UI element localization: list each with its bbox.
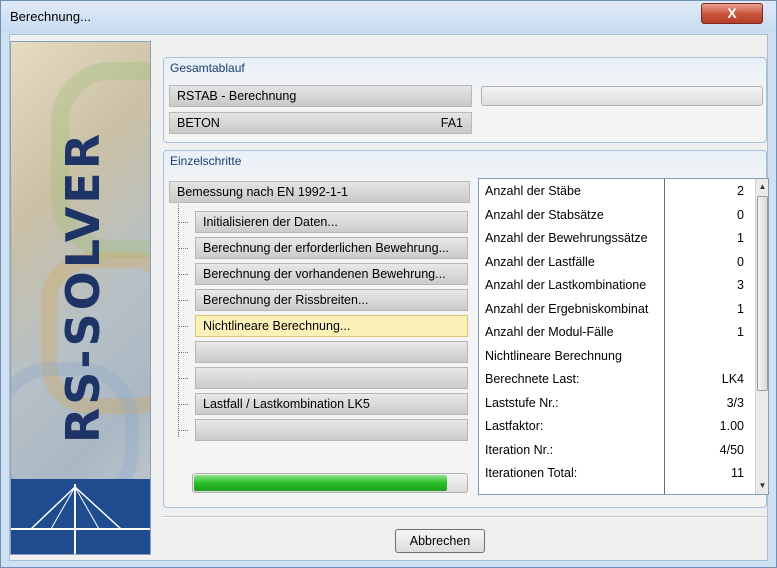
stats-row: Anzahl der Lastfälle 0 [479, 251, 754, 274]
overall-row-beton-label: BETON [177, 116, 220, 130]
stats-row-value: LK4 [721, 372, 744, 386]
stats-table[interactable]: Anzahl der Stäbe 2 Anzahl der Stabsätze 0 An… [478, 178, 769, 495]
step-item-label: Initialisieren der Daten... [203, 215, 338, 229]
steps-progress-fill [194, 475, 447, 491]
stats-row: Iterationen Total: 11 [479, 462, 754, 485]
stats-row-value: 0 [737, 207, 744, 222]
overall-progress-bar [481, 86, 763, 106]
stats-row: Anzahl der Lastkombinatione 3 [479, 274, 754, 297]
step-item-label: Lastfall / Lastkombination LK5 [203, 397, 370, 411]
step-item: Berechnung der erforderlichen Bewehrung.… [195, 237, 468, 259]
stats-row-label: Anzahl der Stabsätze [485, 207, 604, 222]
overall-row-rstab: RSTAB - Berechnung [169, 85, 472, 107]
solver-banner: RS-SOLVER [10, 41, 151, 555]
overall-row-beton: BETON FA1 [169, 112, 472, 134]
step-item: Berechnung der vorhandenen Bewehrung... [195, 263, 468, 285]
step-item [195, 419, 468, 441]
stats-row-label: Anzahl der Bewehrungssätze [485, 231, 648, 245]
step-item: Berechnung der Rissbreiten... [195, 289, 468, 311]
scroll-up-icon[interactable]: ▲ [756, 179, 768, 195]
stats-row-value: 0 [737, 254, 744, 269]
step-item [195, 341, 468, 363]
banner-brand-text: RS-SOLVER [56, 130, 110, 444]
stats-row-label: Laststufe Nr.: [485, 395, 559, 410]
tree-branch [179, 222, 188, 223]
tree-branch [179, 274, 188, 275]
steps-root-item: Bemessung nach EN 1992-1-1 [169, 181, 470, 203]
tree-branch [179, 352, 188, 353]
step-item-label: Berechnung der erforderlichen Bewehrung.… [203, 241, 449, 255]
stats-row: Anzahl der Stäbe 2 [479, 180, 754, 203]
steps-root-label: Bemessung nach EN 1992-1-1 [177, 185, 348, 199]
tree-branch [179, 430, 188, 431]
tree-branch [179, 300, 188, 301]
stats-row-label: Anzahl der Lastkombinatione [485, 278, 647, 292]
tree-branch [179, 378, 188, 379]
close-button[interactable]: X [701, 3, 763, 24]
step-item: Initialisieren der Daten... [195, 211, 468, 233]
stats-row-label: Nichtlineare Berechnung [485, 348, 622, 363]
stats-row-label: Iterationen Total: [485, 466, 578, 480]
step-item-label: Berechnung der vorhandenen Bewehrung... [203, 267, 446, 281]
steps-group-title: Einzelschritte [170, 154, 242, 168]
tree-connector [178, 204, 179, 437]
window-title: Berechnung... [10, 9, 91, 24]
overall-group-title: Gesamtablauf [170, 61, 245, 75]
scrollbar-thumb[interactable] [757, 196, 768, 391]
step-item: Lastfall / Lastkombination LK5 [195, 393, 468, 415]
stats-row-value: 3/3 [726, 395, 744, 410]
overall-row-beton-tag: FA1 [440, 116, 463, 130]
stats-row-label: Anzahl der Modul-Fälle [485, 325, 614, 339]
step-item-label: Nichtlineare Berechnung... [203, 319, 351, 333]
title-bar[interactable]: Berechnung... X [1, 1, 776, 33]
stats-row-label: Anzahl der Lastfälle [485, 254, 595, 269]
stats-row: Berechnete Last: LK4 [479, 368, 754, 391]
step-item [195, 367, 468, 389]
stats-row-value: 2 [737, 184, 744, 198]
stats-row-label: Lastfaktor: [485, 419, 544, 433]
stats-column-divider [664, 179, 665, 494]
stats-row: Iteration Nr.: 4/50 [479, 439, 754, 462]
stats-row: Nichtlineare Berechnung [479, 345, 754, 368]
stats-row-value: 1.00 [719, 419, 744, 433]
stats-row-value: 11 [731, 466, 744, 480]
cancel-button[interactable]: Abbrechen [395, 529, 485, 553]
steps-progress-bar [192, 473, 468, 493]
scroll-down-icon[interactable]: ▼ [756, 478, 768, 494]
footer-separator [163, 516, 767, 518]
step-item-label: Berechnung der Rissbreiten... [203, 293, 369, 307]
stats-row: Anzahl der Modul-Fälle 1 [479, 321, 754, 344]
stats-row-label: Anzahl der Ergebniskombinat [485, 301, 649, 316]
stats-row-value: 1 [737, 301, 744, 316]
stats-row-label: Berechnete Last: [485, 372, 580, 386]
stats-row-value: 4/50 [719, 442, 744, 457]
stats-row-label: Iteration Nr.: [485, 442, 554, 457]
dialog-window: Berechnung... X RS-SOLVER Gesamtablauf R… [0, 0, 777, 568]
stats-row-label: Anzahl der Stäbe [485, 184, 581, 198]
stats-row: Laststufe Nr.: 3/3 [479, 392, 754, 415]
stats-row-value: 1 [737, 231, 744, 245]
stats-row: Anzahl der Ergebniskombinat 1 [479, 298, 754, 321]
stats-row: Anzahl der Bewehrungssätze 1 [479, 227, 754, 250]
tree-branch [179, 404, 188, 405]
overall-row-rstab-label: RSTAB - Berechnung [177, 89, 297, 103]
stats-scrollbar[interactable]: ▲ ▼ [755, 179, 768, 494]
tree-branch [179, 248, 188, 249]
step-item: Nichtlineare Berechnung... [195, 315, 468, 337]
stats-row: Lastfaktor: 1.00 [479, 415, 754, 438]
stats-row-value: 1 [737, 325, 744, 339]
bridge-logo-icon [11, 479, 150, 554]
stats-row: Anzahl der Stabsätze 0 [479, 204, 754, 227]
stats-row-value: 3 [737, 278, 744, 292]
tree-branch [179, 326, 188, 327]
